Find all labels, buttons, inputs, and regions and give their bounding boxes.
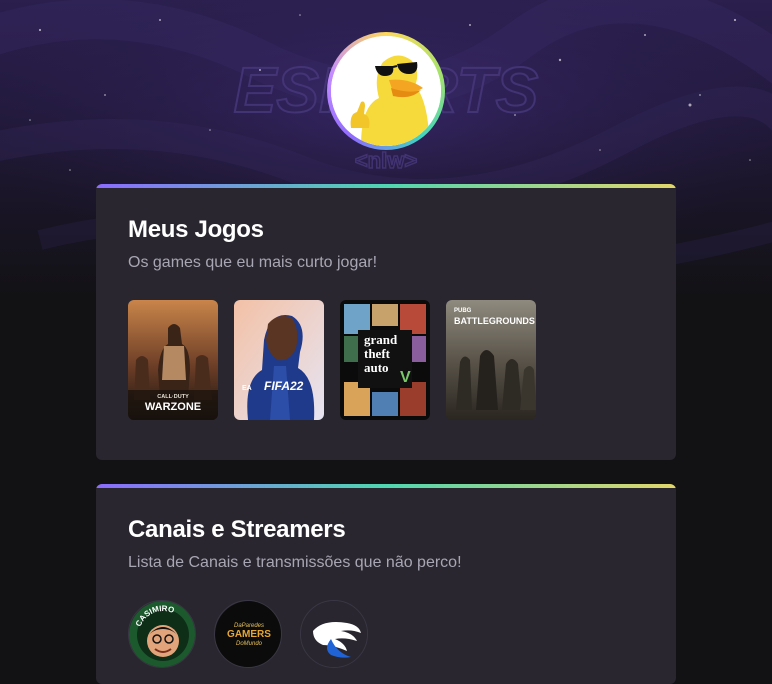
gta-title-line-3: auto — [364, 360, 389, 375]
profile-avatar[interactable] — [327, 32, 445, 150]
gta-title-line-1: grand — [364, 332, 398, 347]
games-section: Meus Jogos Os games que eu mais curto jo… — [96, 184, 676, 460]
game-card-pubg[interactable]: PUBG BATTLEGROUNDS — [446, 300, 536, 420]
channel-casimiro[interactable]: CASIMIRO — [128, 600, 196, 668]
gta-five-badge: V — [400, 369, 411, 386]
section-title: Meus Jogos — [128, 216, 264, 243]
fifa-cover-title: FIFA22 — [264, 379, 304, 393]
game-card-warzone[interactable]: CALL·DUTY WARZONE — [128, 300, 218, 420]
section-subtitle: Os games que eu mais curto jogar! — [128, 254, 378, 271]
channel-wings[interactable] — [300, 600, 368, 668]
section-title: Canais e Streamers — [128, 516, 346, 543]
ea-logo-icon: EA — [242, 385, 252, 392]
warzone-cover-subtitle: CALL·DUTY — [157, 394, 189, 400]
channels-list: CASIMIRO DaParedes GAMERS DoMundo — [128, 600, 368, 668]
pubg-cover-logo: PUBG — [454, 308, 472, 314]
section-gradient-bar — [96, 484, 676, 488]
nlw-logo-text: <nlw> — [355, 148, 417, 173]
channels-section: Canais e Streamers Lista de Canais e tra… — [96, 484, 676, 684]
channel-gamers-do-mundo[interactable]: DaParedes GAMERS DoMundo — [214, 600, 282, 668]
game-card-gta5[interactable]: grand theft auto V — [340, 300, 430, 420]
wing-icon — [301, 601, 367, 667]
gamers-logo-mid: GAMERS — [227, 629, 271, 640]
game-card-fifa22[interactable]: FIFA22 EA — [234, 300, 324, 420]
games-list: CALL·DUTY WARZONE FIFA22 EA grand theft … — [128, 300, 536, 420]
warzone-cover-title: WARZONE — [145, 401, 201, 413]
section-subtitle: Lista de Canais e transmissões que não p… — [128, 554, 462, 571]
gamers-logo-bottom: DoMundo — [236, 641, 263, 647]
section-gradient-bar — [96, 184, 676, 188]
duck-avatar-image — [331, 36, 441, 146]
pubg-cover-title: BATTLEGROUNDS — [454, 316, 535, 326]
gta-title-line-2: theft — [364, 346, 391, 361]
